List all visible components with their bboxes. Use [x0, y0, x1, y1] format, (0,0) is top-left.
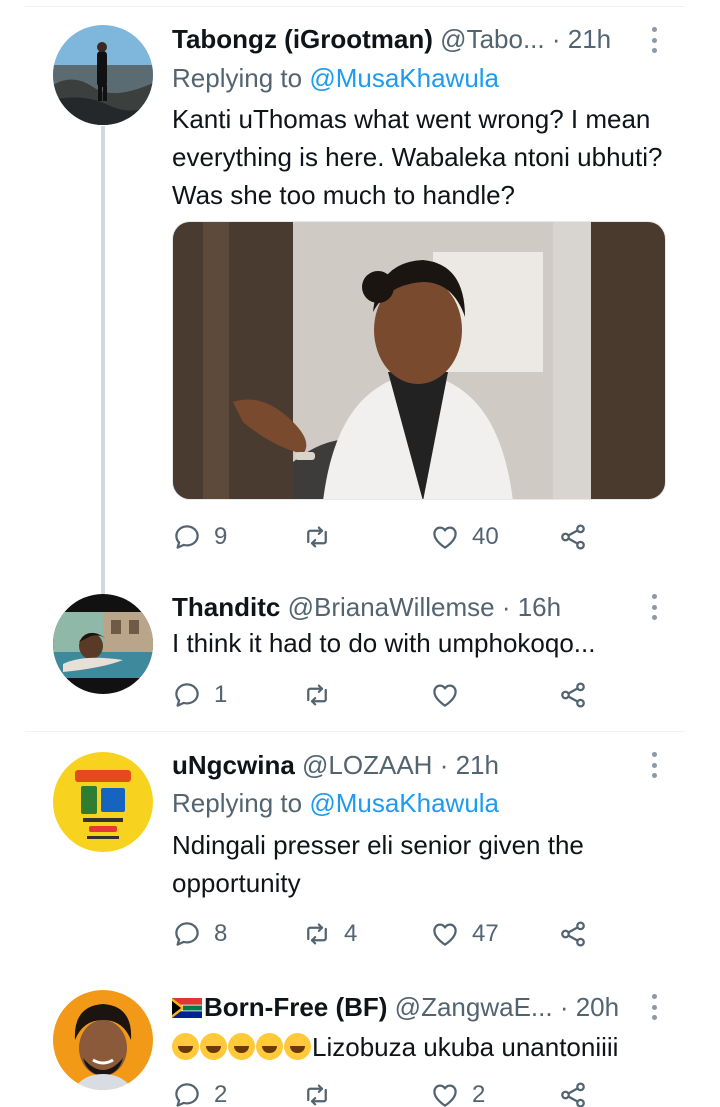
retweet-button[interactable]: [302, 678, 332, 712]
replying-to: Replying to @MusaKhawula: [172, 787, 499, 819]
share-icon: [558, 522, 588, 552]
reply-button[interactable]: 8: [172, 917, 227, 951]
reply-count: 1: [214, 681, 228, 708]
timestamp[interactable]: 16h: [518, 592, 561, 622]
tweet-actions: 1: [172, 678, 592, 712]
reply-icon: [172, 522, 202, 552]
user-handle[interactable]: @ZangwaE...: [395, 992, 553, 1022]
share-button[interactable]: [558, 917, 588, 951]
rolling-laughing-emoji: [172, 1033, 199, 1060]
reply-count: 9: [214, 523, 228, 550]
separator-dot: ·: [501, 592, 511, 622]
replying-to: Replying to @MusaKhawula: [172, 62, 499, 94]
replying-label: Replying to: [172, 63, 303, 93]
user-handle[interactable]: @Tabo...: [440, 24, 544, 54]
retweet-count: 4: [344, 920, 358, 947]
tweet-3[interactable]: uNgcwina @LOZAAH · 21h Replying to @Musa…: [0, 732, 720, 972]
share-button[interactable]: [558, 678, 588, 712]
tweet-actions: 8 4 47: [172, 917, 592, 951]
display-name[interactable]: Thanditc: [172, 592, 280, 622]
reply-thread-feed: Tabongz (iGrootman) @Tabo... · 21h Reply…: [0, 0, 720, 1107]
user-handle[interactable]: @BrianaWillemse: [288, 592, 495, 622]
separator-dot: ·: [439, 750, 449, 780]
tweet-header: Tabongz (iGrootman) @Tabo... · 21h: [172, 23, 670, 55]
mention-link[interactable]: @MusaKhawula: [309, 788, 499, 818]
tweet-text: Lizobuza ukuba unantoniiii: [312, 1032, 619, 1062]
avatar[interactable]: [53, 752, 153, 852]
rolling-laughing-emoji: [284, 1033, 311, 1060]
heart-icon: [430, 522, 460, 552]
retweet-icon: [302, 680, 332, 710]
like-count: 47: [472, 920, 499, 947]
display-name[interactable]: uNgcwina: [172, 750, 295, 780]
reply-icon: [172, 1080, 202, 1107]
tweet-header: uNgcwina @LOZAAH · 21h: [172, 749, 670, 781]
timestamp[interactable]: 21h: [456, 750, 499, 780]
tweet-text: Ndingali presser eli senior given the op…: [172, 830, 584, 898]
avatar[interactable]: [53, 990, 153, 1090]
tweet-text: I think it had to do with umphokoqo...: [172, 628, 596, 658]
tweet-text: Kanti uThomas what went wrong? I mean ev…: [172, 104, 663, 210]
separator-dot: ·: [559, 992, 569, 1022]
retweet-icon: [302, 1080, 332, 1107]
like-count: 2: [472, 1081, 486, 1107]
display-name[interactable]: Tabongz (iGrootman): [172, 24, 433, 54]
timestamp[interactable]: 20h: [576, 992, 619, 1022]
tweet-1[interactable]: Tabongz (iGrootman) @Tabo... · 21h Reply…: [0, 0, 720, 596]
heart-icon: [430, 919, 460, 949]
reply-button[interactable]: 1: [172, 678, 227, 712]
share-button[interactable]: [558, 520, 588, 554]
reply-icon: [172, 680, 202, 710]
heart-icon: [430, 1080, 460, 1107]
reply-button[interactable]: 9: [172, 520, 227, 554]
display-name[interactable]: Born-Free (BF): [204, 992, 387, 1022]
tweet-text-row: Lizobuza ukuba unantoniiii: [172, 1028, 672, 1066]
retweet-icon: [302, 919, 332, 949]
tweet-image[interactable]: [172, 221, 666, 500]
like-count: 40: [472, 523, 499, 550]
like-button[interactable]: 40: [430, 520, 499, 554]
avatar[interactable]: [53, 594, 153, 694]
reply-count: 8: [214, 920, 228, 947]
share-icon: [558, 919, 588, 949]
more-icon[interactable]: [650, 27, 658, 53]
timestamp[interactable]: 21h: [568, 24, 611, 54]
tweet-actions: 2 2: [172, 1078, 592, 1107]
retweet-button[interactable]: [302, 520, 344, 554]
mention-link[interactable]: @MusaKhawula: [309, 63, 499, 93]
tweet-4[interactable]: Born-Free (BF) @ZangwaE... · 20h Lizobuz…: [0, 972, 720, 1107]
separator-dot: ·: [551, 24, 561, 54]
reply-icon: [172, 919, 202, 949]
retweet-button[interactable]: 4: [302, 917, 357, 951]
replying-label: Replying to: [172, 788, 303, 818]
thread-line: [101, 126, 105, 596]
like-button[interactable]: [430, 678, 460, 712]
more-icon[interactable]: [650, 594, 658, 620]
share-icon: [558, 1080, 588, 1107]
more-icon[interactable]: [650, 752, 658, 778]
reply-button[interactable]: 2: [172, 1078, 227, 1107]
more-icon[interactable]: [650, 994, 658, 1020]
avatar[interactable]: [53, 25, 153, 125]
share-icon: [558, 680, 588, 710]
rolling-laughing-emoji: [256, 1033, 283, 1060]
reply-count: 2: [214, 1081, 228, 1107]
heart-icon: [430, 680, 460, 710]
tweet-header: Born-Free (BF) @ZangwaE... · 20h: [172, 991, 670, 1023]
like-button[interactable]: 47: [430, 917, 499, 951]
rolling-laughing-emoji: [200, 1033, 227, 1060]
tweet-header: Thanditc @BrianaWillemse · 16h: [172, 591, 670, 623]
south-africa-flag-icon: [172, 998, 202, 1018]
like-button[interactable]: 2: [430, 1078, 485, 1107]
retweet-icon: [302, 522, 332, 552]
retweet-button[interactable]: [302, 1078, 332, 1107]
share-button[interactable]: [558, 1078, 588, 1107]
user-handle[interactable]: @LOZAAH: [302, 750, 432, 780]
tweet-actions: 9 40: [172, 520, 592, 554]
rolling-laughing-emoji: [228, 1033, 255, 1060]
tweet-2[interactable]: Thanditc @BrianaWillemse · 16h I think i…: [0, 580, 720, 730]
